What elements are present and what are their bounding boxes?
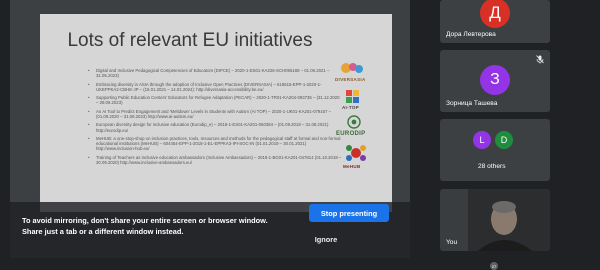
self-video-tile[interactable]: You [440, 189, 550, 251]
slide-bullet: MeHUB: a one-stop-shop on inclusion prac… [88, 136, 342, 152]
slide-bullet: Digital and Inclusive Pedagogical Compet… [88, 68, 342, 78]
participant-tile[interactable]: Д Дора Левтерова [440, 0, 550, 43]
warning-line-2: Share just a tab or a different window i… [22, 227, 184, 236]
warning-line-1: To avoid mirroring, don't share your ent… [22, 216, 268, 225]
avatar-initial: D [500, 135, 508, 145]
avatar-initial: З [490, 71, 500, 88]
mic-off-icon [536, 55, 544, 64]
participant-count-badge[interactable]: 27 [490, 262, 498, 270]
bottom-toolbar-edge [0, 258, 600, 264]
eurodip-logo-text: EURODIP [336, 131, 366, 137]
avatar: Д [480, 0, 510, 28]
slide-bullet: Supporting Public Education Centers' Edu… [88, 95, 342, 105]
avatar: L [473, 131, 491, 149]
aitop-logo-text: AI-TOP [342, 105, 359, 110]
diversasia-logo-text: DIVERSASIA [335, 77, 366, 82]
slide-bullet: Embracing diversity in ASIA through the … [88, 82, 342, 92]
aitop-logo [346, 90, 359, 103]
eurodip-logo [347, 115, 361, 129]
ignore-button[interactable]: Ignore [314, 233, 338, 245]
avatar-initial: Д [489, 3, 501, 22]
participant-name: Зорница Ташева [446, 100, 498, 107]
slide-bullet: European diversity design for inclusive … [88, 122, 342, 132]
participant-tile-others[interactable]: L D 28 others [440, 119, 550, 181]
participant-name: 28 others [478, 163, 506, 170]
avatar: З [480, 65, 510, 95]
diversasia-logo [341, 63, 363, 73]
stop-presenting-button[interactable]: Stop presenting [309, 204, 389, 222]
mirroring-warning-text: To avoid mirroring, don't share your ent… [22, 215, 322, 237]
mehub-logo [346, 145, 366, 161]
slide-bullet: Training of Teachers as inclusive educat… [88, 155, 342, 165]
avatar-initial: L [479, 135, 485, 145]
participant-tile[interactable]: З Зорница Ташева [440, 50, 550, 112]
avatar: D [495, 131, 513, 149]
slide-bullet: An AI Tool to Predict Engagement and 'Me… [88, 109, 342, 119]
participant-name: You [446, 239, 458, 246]
participant-name: Дора Левтерова [446, 31, 496, 38]
mehub-logo-text: MeHUB [343, 164, 361, 169]
slide-title: Lots of relevant EU initiatives [67, 30, 313, 51]
shared-slide: Lots of relevant EU initiatives Digital … [40, 14, 392, 212]
slide-bullet-list: Digital and Inclusive Pedagogical Compet… [84, 68, 342, 168]
